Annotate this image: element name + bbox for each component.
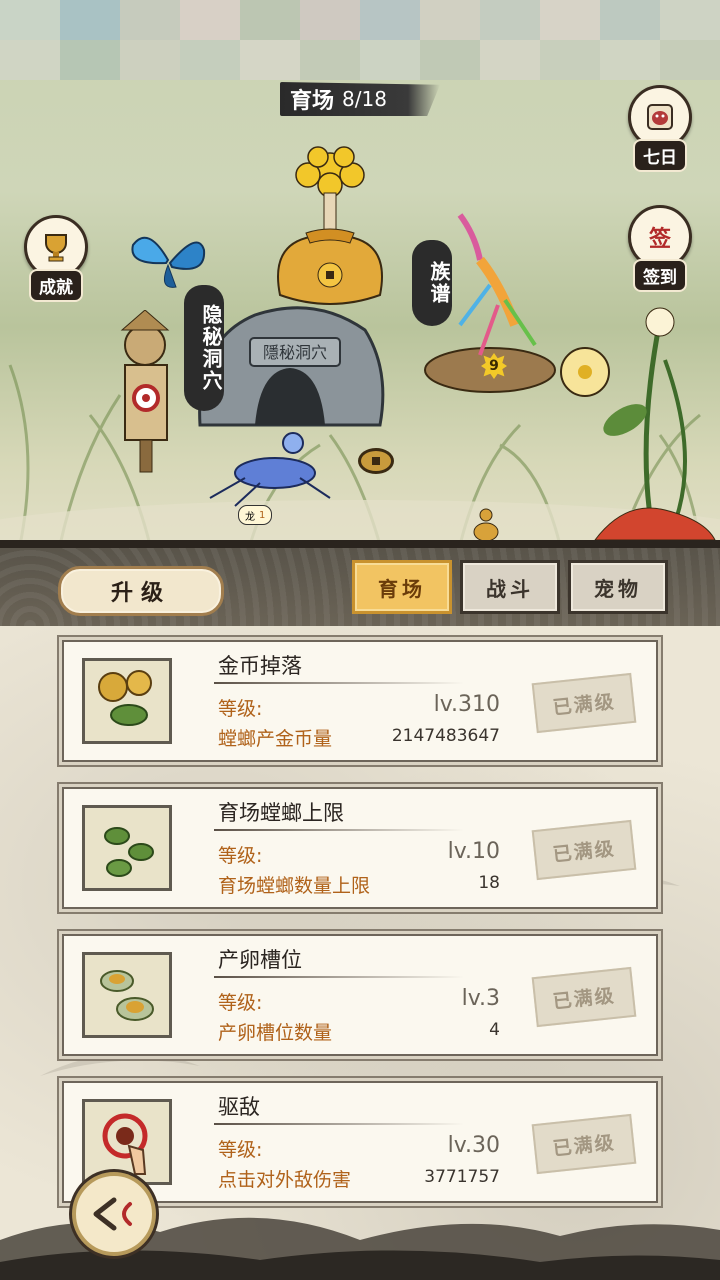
cave-plaque-text: 隱秘洞穴 xyxy=(263,343,327,362)
divider-line xyxy=(214,1123,464,1125)
tab-pet[interactable]: 宠物 xyxy=(568,560,668,614)
farm-title-banner: 育场 8/18 xyxy=(280,82,440,116)
level-label: 等级: xyxy=(218,845,263,867)
sign-in-button[interactable]: 签 签到 xyxy=(628,205,692,292)
capacity-counter: 8/18 xyxy=(342,87,387,111)
scarecrow-target[interactable] xyxy=(100,310,190,475)
tab-battle[interactable]: 战斗 xyxy=(460,560,560,614)
farm-scene: 育场 8/18 成就 七日 签 签到 隱秘洞穴 隐秘洞穴 族谱 9 龙 1 xyxy=(0,0,720,545)
upgrade-header: 升级 xyxy=(58,566,224,616)
max-level-button[interactable]: 已满级 xyxy=(531,966,637,1028)
effect-label: 产卵槽位数量 xyxy=(218,1022,333,1044)
achievements-label: 成就 xyxy=(29,269,83,302)
upgrade-name: 金币掉落 xyxy=(218,654,302,678)
achievements-button[interactable]: 成就 xyxy=(24,215,88,302)
level-label: 等级: xyxy=(218,698,263,720)
sign-in-icon-text: 签 xyxy=(648,226,671,252)
effect-value: 2147483647 xyxy=(391,726,500,746)
upgrade-card-coin-drop[interactable]: 金币掉落 等级: lv.310 螳螂产金币量 2147483647 已满级 xyxy=(62,640,658,762)
panel-divider xyxy=(0,540,720,548)
level-label: 等级: xyxy=(218,992,263,1014)
divider-line xyxy=(214,829,464,831)
flower-plant[interactable] xyxy=(555,300,720,545)
divider-line xyxy=(214,976,464,978)
level-value: lv.30 xyxy=(447,1133,500,1158)
effect-value: 4 xyxy=(489,1020,500,1040)
upgrade-name: 育场螳螂上限 xyxy=(218,801,344,825)
seven-days-button[interactable]: 七日 xyxy=(628,85,692,172)
back-button[interactable] xyxy=(72,1172,156,1256)
clan-level-badge: 9 xyxy=(481,353,507,379)
blue-butterfly[interactable] xyxy=(128,225,208,295)
upgrade-card-farm-limit[interactable]: 育场螳螂上限 等级: lv.10 育场螳螂数量上限 18 已满级 xyxy=(62,787,658,909)
mantis-level-tag: 龙 1 xyxy=(238,505,273,525)
max-level-button[interactable]: 已满级 xyxy=(531,819,637,881)
effect-label: 螳螂产金币量 xyxy=(218,728,333,750)
blurred-banner xyxy=(0,0,720,80)
mantis-tag-level: 1 xyxy=(259,509,266,521)
level-value: lv.3 xyxy=(461,986,500,1011)
back-arrow-icon xyxy=(93,1197,132,1231)
tab-farm[interactable]: 育场 xyxy=(352,560,452,614)
hidden-cave-sign[interactable]: 隐秘洞穴 xyxy=(184,285,224,411)
sign-in-label: 签到 xyxy=(633,259,687,292)
max-level-button[interactable]: 已满级 xyxy=(531,1113,637,1175)
small-mantis[interactable] xyxy=(466,500,506,545)
level-value: lv.10 xyxy=(447,839,500,864)
divider-line xyxy=(214,682,464,684)
level-value: lv.310 xyxy=(433,692,500,717)
effect-value: 18 xyxy=(478,873,500,893)
effect-label: 育场螳螂数量上限 xyxy=(218,875,371,897)
mantis-tag-name: 龙 xyxy=(245,511,255,523)
blue-mantis[interactable] xyxy=(205,418,335,508)
level-label: 等级: xyxy=(218,1139,263,1161)
seven-days-label: 七日 xyxy=(633,139,687,172)
upgrade-card-egg-slots[interactable]: 产卵槽位 等级: lv.3 产卵槽位数量 4 已满级 xyxy=(62,934,658,1056)
coin-mantis-icon xyxy=(82,658,172,744)
mantis-group-icon xyxy=(82,805,172,891)
page-title: 育场 xyxy=(290,88,335,114)
upgrade-name: 驱敌 xyxy=(218,1095,260,1119)
upgrade-name: 产卵槽位 xyxy=(218,948,302,972)
max-level-button[interactable]: 已满级 xyxy=(531,672,637,734)
egg-slot-icon xyxy=(82,952,172,1038)
money-tree-bag[interactable] xyxy=(270,145,390,315)
coin-drop[interactable] xyxy=(358,448,394,474)
